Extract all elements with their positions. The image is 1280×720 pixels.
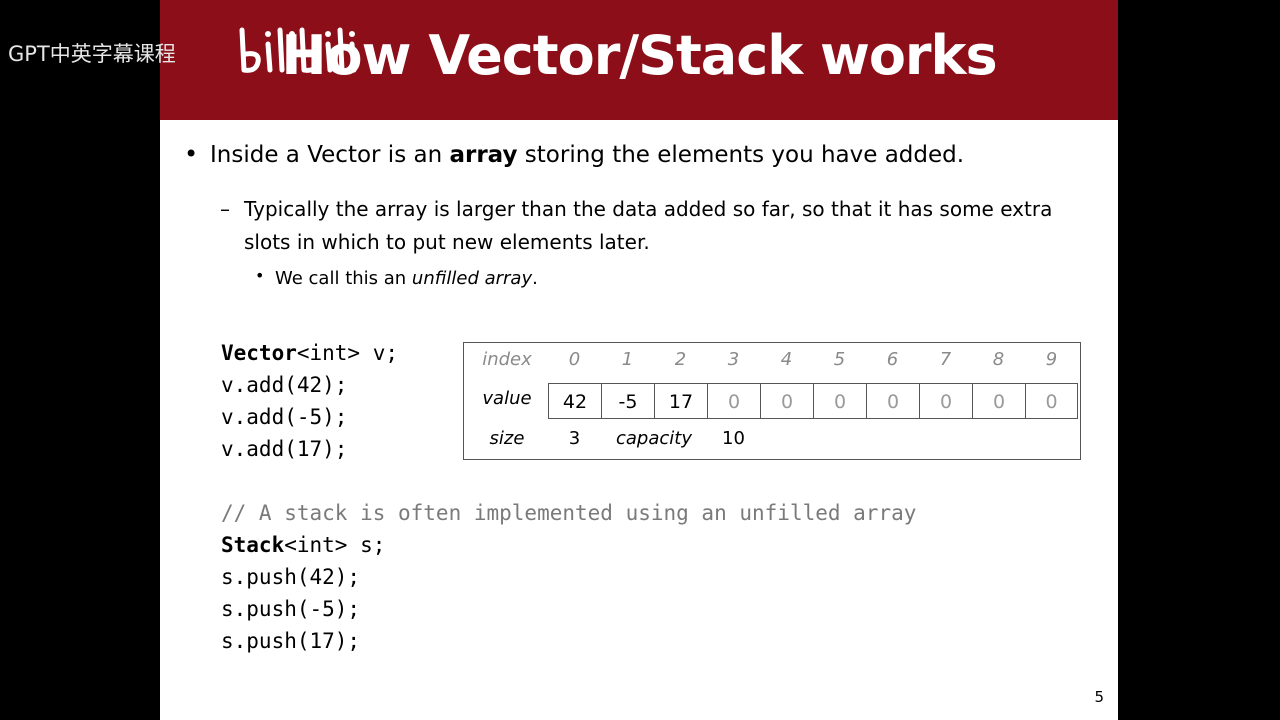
bullet-dot-icon: •	[184, 140, 199, 168]
code-line: s.push(-5);	[221, 597, 361, 621]
array-index: 6	[886, 349, 899, 370]
array-index: 5	[833, 349, 846, 370]
bullet-level-2-text: Typically the array is larger than the d…	[244, 197, 1053, 254]
array-index: 8	[992, 349, 1005, 370]
array-cell: 0	[1025, 383, 1078, 419]
size-label: size	[489, 428, 525, 449]
index-label: index	[482, 349, 532, 370]
code-line: Stack<int> s;	[221, 533, 386, 557]
array-cell: 17	[654, 383, 707, 419]
array-cell: 0	[707, 383, 760, 419]
bullet-dot-icon: •	[255, 266, 265, 285]
array-index: 2	[674, 349, 687, 370]
array-index: 0	[568, 349, 581, 370]
code-comment: // A stack is often implemented using an…	[221, 501, 917, 525]
bilibili-logo	[239, 27, 357, 73]
array-cell: 0	[866, 383, 919, 419]
vector-code-block: Vector<int> v; v.add(42); v.add(-5); v.a…	[221, 337, 398, 465]
value-label: value	[482, 388, 532, 409]
page-number: 5	[1094, 688, 1104, 706]
code-line: v.add(-5);	[221, 405, 348, 429]
watermark-text: GPT中英字幕课程	[8, 42, 176, 66]
array-cell: 0	[919, 383, 972, 419]
size-value: 3	[568, 428, 581, 449]
slide: How Vector/Stack works • Inside a Vector…	[160, 0, 1118, 720]
bullet-level-3-text: We call this an unfilled array.	[275, 268, 538, 289]
array-index: 3	[727, 349, 740, 370]
array-cell: 0	[972, 383, 1025, 419]
code-line: v.add(17);	[221, 437, 348, 461]
array-cell: 0	[813, 383, 866, 419]
stack-code-block: // A stack is often implemented using an…	[221, 497, 916, 657]
code-line: v.add(42);	[221, 373, 348, 397]
array-diagram: index value size 0 1 2 3 4 5 6 7 8 9 42 …	[463, 342, 1081, 460]
array-cell: 0	[760, 383, 813, 419]
array-index: 7	[939, 349, 952, 370]
array-index: 4	[780, 349, 793, 370]
code-line: s.push(17);	[221, 629, 361, 653]
array-index: 1	[621, 349, 634, 370]
capacity-label: capacity	[616, 428, 692, 449]
code-line: s.push(42);	[221, 565, 361, 589]
array-cell: 42	[548, 383, 601, 419]
array-cell: -5	[601, 383, 654, 419]
dash-marker: –	[220, 197, 230, 221]
code-line: Vector<int> v;	[221, 341, 399, 365]
bullet-level-1-text: Inside a Vector is an array storing the …	[210, 142, 965, 168]
capacity-value: 10	[722, 428, 745, 449]
array-index: 9	[1045, 349, 1058, 370]
